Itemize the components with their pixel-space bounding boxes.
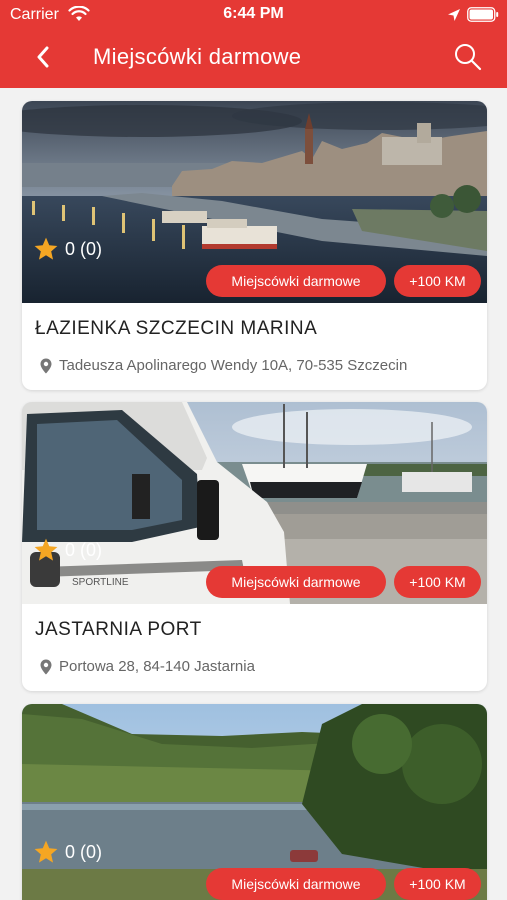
status-bar: Carrier 6:44 PM — [0, 0, 507, 30]
category-badge: Miejscówki darmowe — [206, 566, 386, 598]
page-title: Miejscówki darmowe — [93, 44, 302, 69]
category-badge: Miejscówki darmowe — [206, 265, 386, 297]
chevron-left-icon — [37, 46, 49, 68]
star-icon — [34, 237, 58, 260]
top-bar: Carrier 6:44 PM Miejscówki darmowe — [0, 0, 507, 88]
back-button[interactable] — [28, 42, 58, 72]
battery-icon — [467, 7, 499, 22]
distance-badge: +100 KM — [394, 566, 481, 598]
distance-badge: +100 KM — [394, 868, 481, 900]
clock: 6:44 PM — [223, 5, 284, 22]
navigation-bar: Miejscówki darmowe — [0, 30, 507, 88]
place-address: Portowa 28, 84-140 Jastarnia — [40, 658, 255, 675]
place-card[interactable]: SPORTLINE 0 (0) Miejscówki darmowe +100 … — [22, 402, 487, 691]
distance-badge: +100 KM — [394, 265, 481, 297]
rating: 0 (0) — [33, 236, 102, 262]
address-text: Portowa 28, 84-140 Jastarnia — [59, 658, 255, 675]
place-name: ŁAZIENKA SZCZECIN MARINA — [35, 318, 318, 339]
place-name: JASTARNIA PORT — [35, 619, 202, 640]
category-badge: Miejscówki darmowe — [206, 868, 386, 900]
place-address: Tadeusza Apolinarego Wendy 10A, 70-535 S… — [40, 357, 407, 374]
rating: 0 (0) — [33, 839, 102, 865]
rating-value: 0 (0) — [65, 539, 103, 560]
place-card[interactable]: 0 (0) Miejscówki darmowe +100 KM ŁAZIENK… — [22, 101, 487, 390]
location-pin-icon — [40, 659, 52, 674]
star-icon — [34, 840, 58, 863]
search-button[interactable] — [453, 42, 483, 72]
place-card[interactable]: 0 (0) Miejscówki darmowe +100 KM — [22, 704, 487, 900]
rating-value: 0 (0) — [65, 841, 103, 862]
location-pin-icon — [40, 358, 52, 373]
rating: 0 (0) — [33, 537, 102, 563]
location-arrow-icon — [448, 9, 460, 21]
rating-value: 0 (0) — [65, 238, 103, 259]
svg-text:SPORTLINE: SPORTLINE — [72, 577, 129, 588]
star-icon — [34, 538, 58, 561]
address-text: Tadeusza Apolinarego Wendy 10A, 70-535 S… — [59, 357, 408, 374]
search-icon — [455, 44, 482, 71]
